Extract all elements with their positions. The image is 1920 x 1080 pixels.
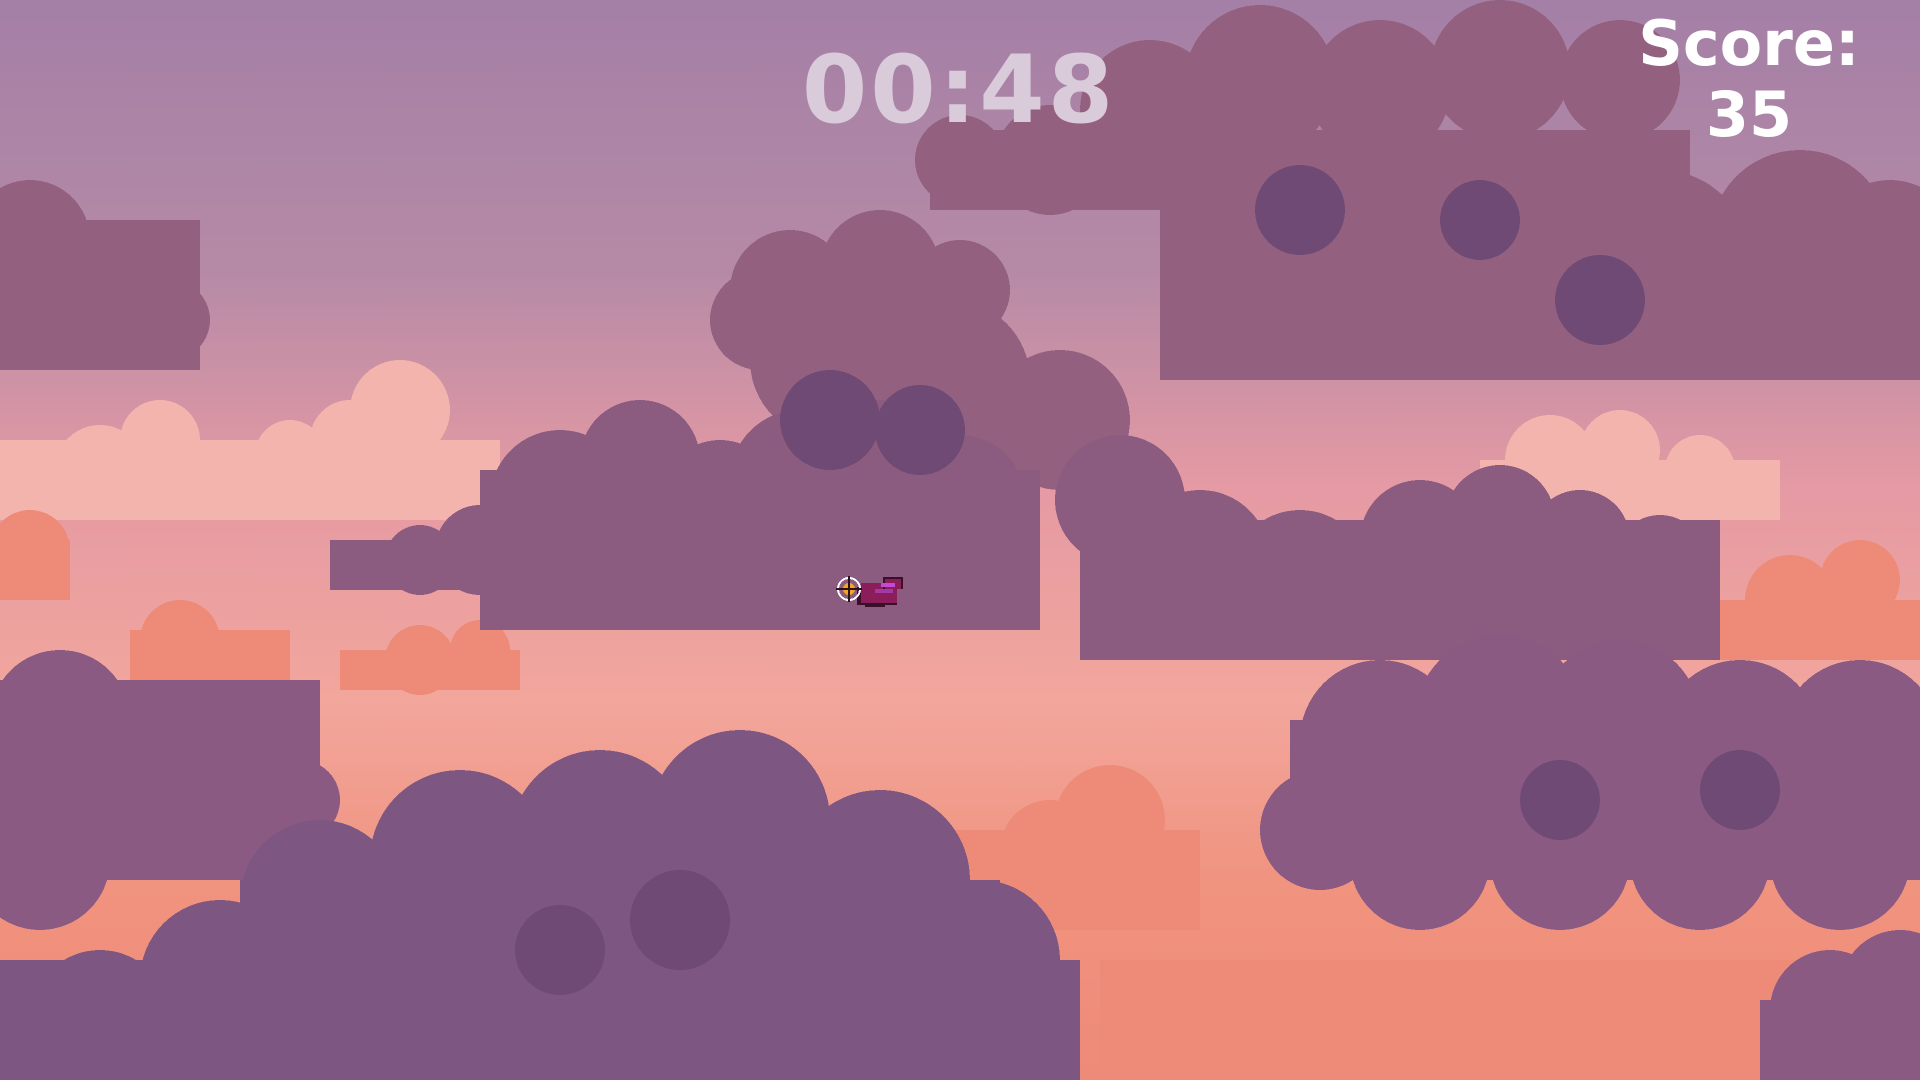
red-bird-sprite [857,577,903,607]
score-label: Score: [1638,7,1860,80]
game-viewport[interactable]: 00:48 Score: 35 [0,0,1920,1080]
sky-background [0,0,1920,1080]
score-value: 35 [1705,78,1793,152]
score-display: Score: 35 [1624,8,1874,151]
player-bird [835,563,925,623]
